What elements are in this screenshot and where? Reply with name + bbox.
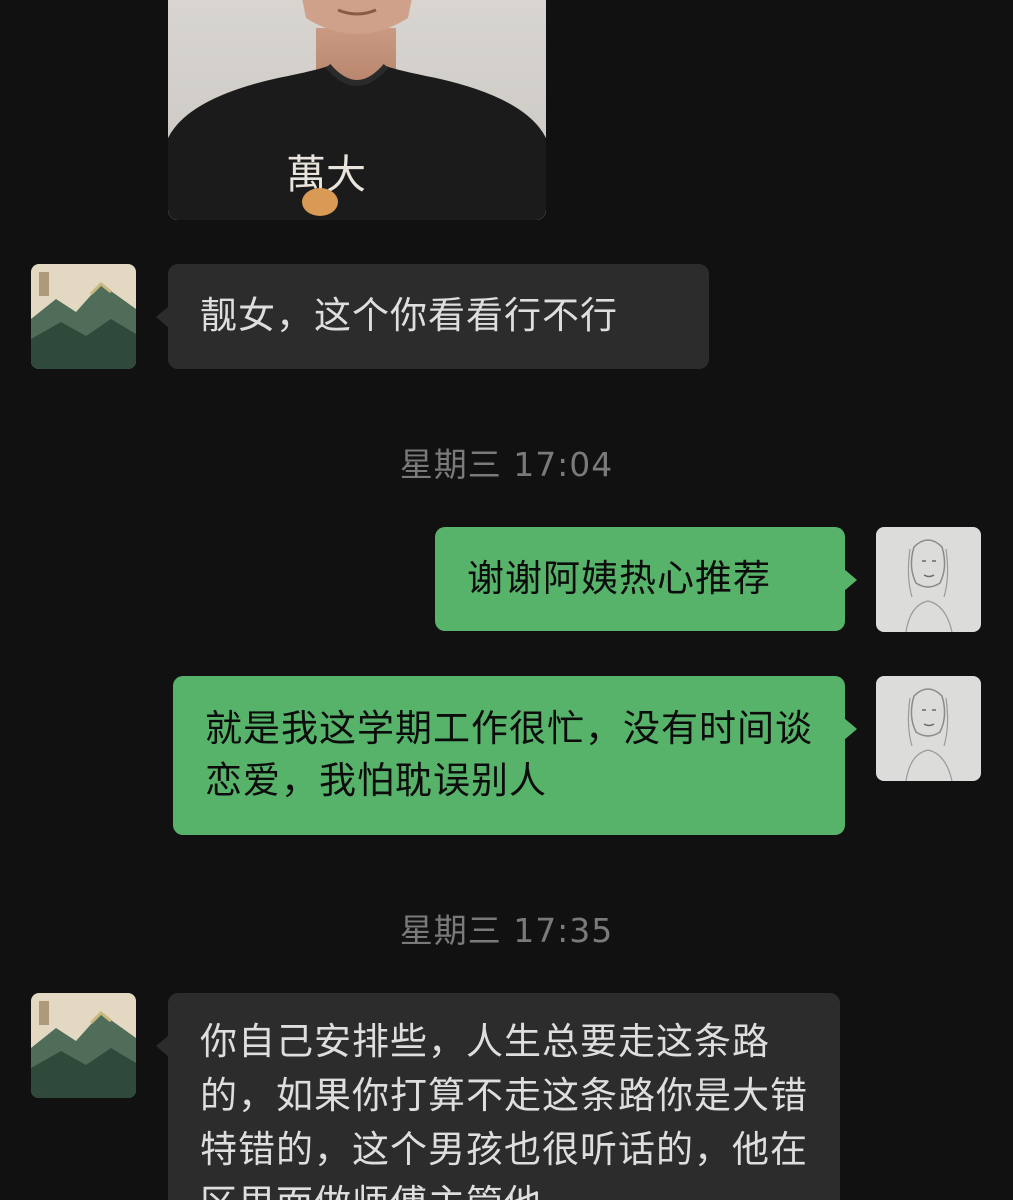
my-avatar[interactable]: [876, 527, 981, 632]
bubble-tail: [844, 718, 857, 740]
message-text: 就是我这学期工作很忙，没有时间谈恋爱，我怕耽误别人: [205, 707, 813, 802]
photo-image: 萬大: [168, 0, 546, 220]
contact-avatar[interactable]: [31, 993, 136, 1098]
bubble-tail: [156, 1035, 169, 1057]
message-text: 靓女，这个你看看行不行: [200, 294, 618, 337]
message-timestamp: 星期三 17:04: [399, 445, 614, 484]
chat-screen: 萬大 靓女，这个你看看行不行 星期三 17:04 谢谢阿姨热心推荐 就是我这学期…: [0, 0, 1013, 1200]
incoming-message-bubble[interactable]: 靓女，这个你看看行不行: [156, 264, 709, 369]
outgoing-message-bubble[interactable]: 就是我这学期工作很忙，没有时间谈恋爱，我怕耽误别人: [173, 676, 857, 835]
photo-message[interactable]: 萬大: [168, 0, 546, 220]
message-text: 谢谢阿姨热心推荐: [467, 557, 771, 600]
landscape-painting-icon: [31, 993, 136, 1098]
landscape-painting-icon: [31, 264, 136, 369]
bubble-tail: [156, 306, 169, 328]
my-avatar[interactable]: [876, 676, 981, 781]
message-timestamp: 星期三 17:35: [399, 911, 614, 950]
contact-avatar[interactable]: [31, 264, 136, 369]
pencil-sketch-portrait-icon: [876, 676, 981, 781]
bubble-tail: [844, 569, 857, 591]
message-text: 你自己安排些，人生总要走这条路的，如果你打算不走这条路你是大错特错的，这个男孩也…: [200, 1020, 808, 1200]
outgoing-message-bubble[interactable]: 谢谢阿姨热心推荐: [435, 527, 857, 631]
incoming-message-bubble[interactable]: 你自己安排些，人生总要走这条路的，如果你打算不走这条路你是大错特错的，这个男孩也…: [156, 993, 840, 1200]
pencil-sketch-portrait-icon: [876, 527, 981, 632]
